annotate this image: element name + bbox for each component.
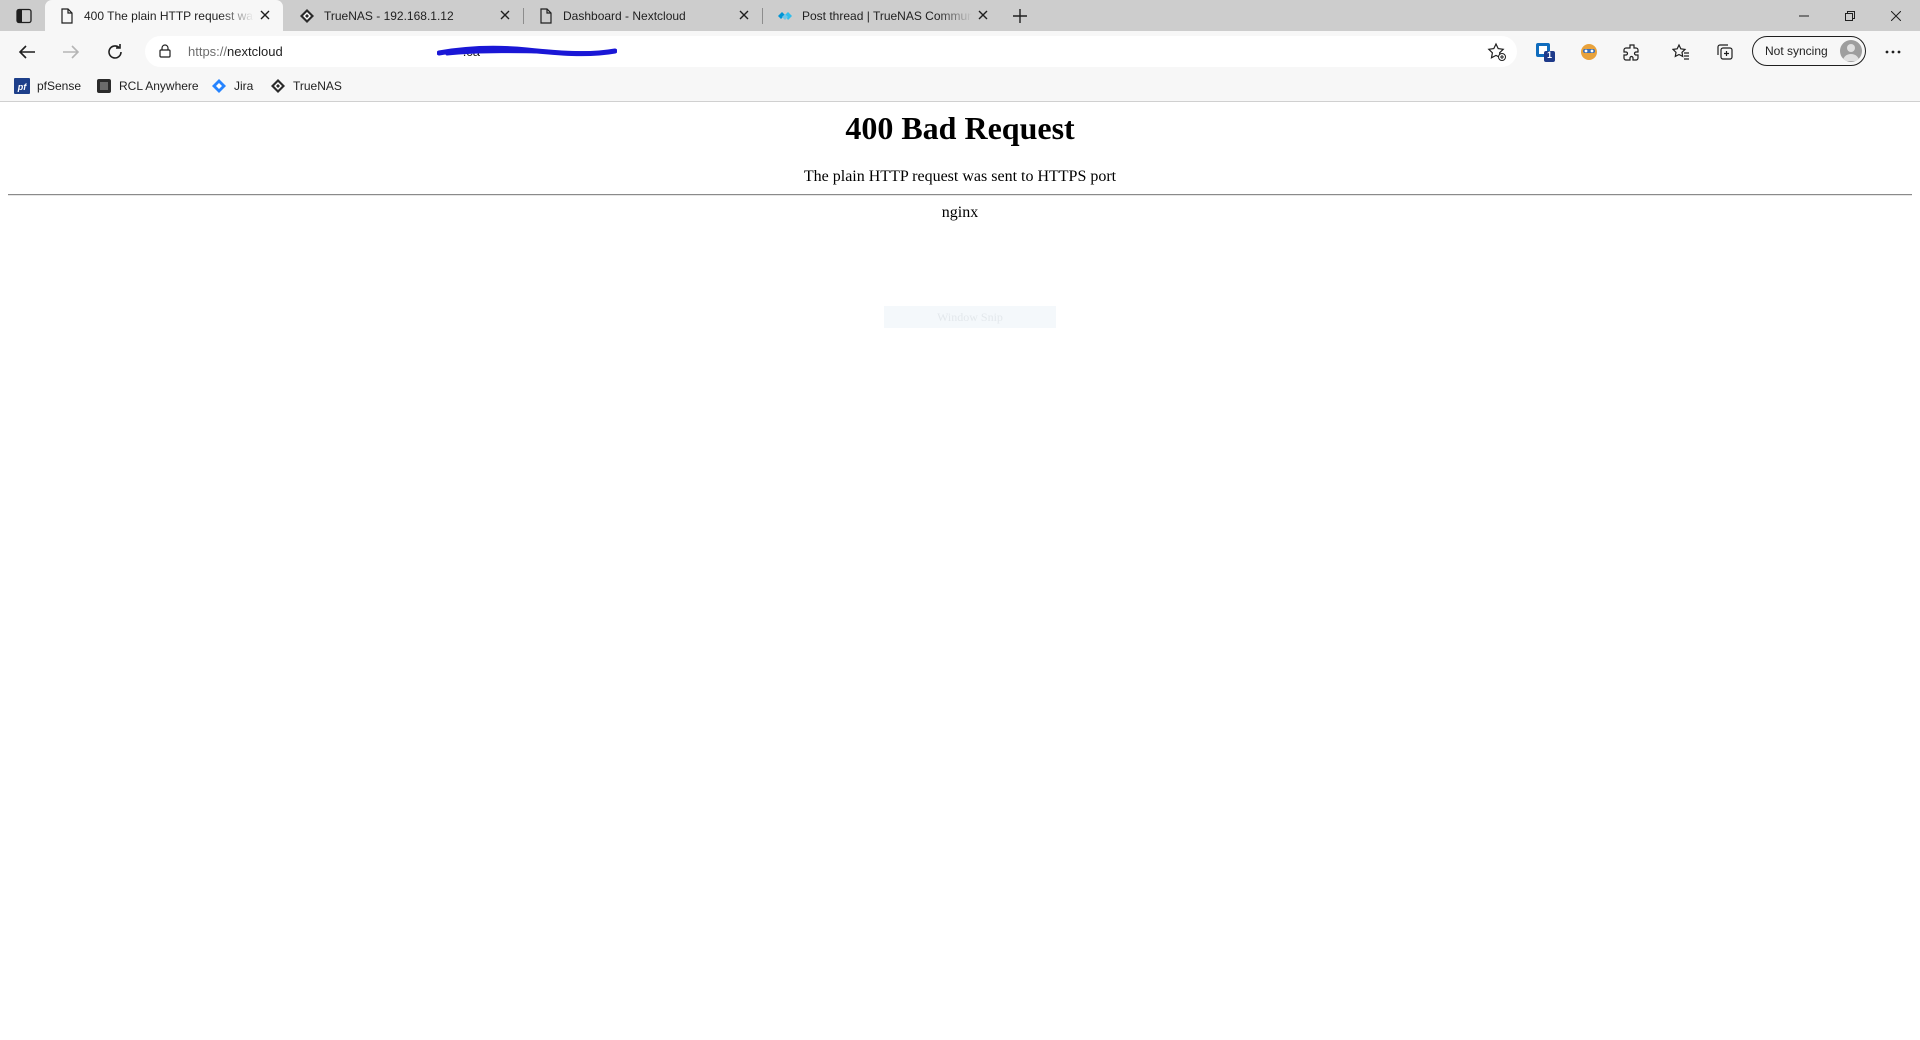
forward-icon[interactable] xyxy=(57,38,85,66)
jira-icon xyxy=(211,78,227,94)
bookmarks-bar: pf pfSense RCL Anywhere Jira TrueNAS xyxy=(0,72,1920,102)
horizontal-rule xyxy=(8,194,1912,196)
tab-title: Post thread | TrueNAS Community xyxy=(802,8,972,23)
truenas-community-icon xyxy=(777,8,793,24)
extension-icon[interactable]: 1 xyxy=(1532,39,1558,65)
tab-actions-icon[interactable] xyxy=(14,7,34,25)
tab-nextcloud-dashboard[interactable]: Dashboard - Nextcloud xyxy=(524,0,763,31)
page-icon xyxy=(538,7,554,24)
tab-close-icon[interactable] xyxy=(737,8,751,22)
collections-icon[interactable] xyxy=(1712,39,1738,65)
tab-truenas[interactable]: TrueNAS - 192.168.1.12 xyxy=(285,0,524,31)
redaction-scribble xyxy=(437,45,617,57)
more-menu-icon[interactable] xyxy=(1880,39,1906,65)
tab-strip: 400 The plain HTTP request was sent to H… xyxy=(0,0,1920,31)
extension-badge: 1 xyxy=(1547,50,1553,60)
bookmark-label: Jira xyxy=(234,79,254,93)
bookmark-label: TrueNAS xyxy=(293,79,342,93)
refresh-icon[interactable] xyxy=(101,38,129,66)
lock-icon[interactable] xyxy=(159,44,171,63)
extensions-icon[interactable] xyxy=(1619,39,1645,65)
profile-sync-status: Not syncing xyxy=(1765,44,1828,58)
address-bar[interactable]: https://nextcloud .ca xyxy=(145,36,1517,67)
url-scheme: https:// xyxy=(188,44,228,59)
back-icon[interactable] xyxy=(13,38,41,66)
bookmark-truenas[interactable]: TrueNAS xyxy=(270,77,342,95)
pfsense-icon: pf xyxy=(14,78,30,94)
url-host-start: nextcloud xyxy=(227,44,283,59)
page-icon xyxy=(59,7,75,24)
profile-button[interactable]: Not syncing xyxy=(1752,36,1866,66)
tab-close-icon[interactable] xyxy=(258,8,272,22)
browser-toolbar: https://nextcloud .ca 1 Not syncing xyxy=(0,31,1920,72)
page-content: 400 Bad Request The plain HTTP request w… xyxy=(0,102,1920,1040)
tab-close-icon[interactable] xyxy=(976,8,990,22)
window-snip-overlay: Window Snip xyxy=(884,306,1056,328)
tab-title: 400 The plain HTTP request was sent to H… xyxy=(84,8,254,23)
tab-title: Dashboard - Nextcloud xyxy=(563,8,686,23)
favorites-icon[interactable] xyxy=(1668,39,1694,65)
tab-400-bad-request[interactable]: 400 The plain HTTP request was sent to H… xyxy=(45,0,283,31)
page-title: 400 Bad Request xyxy=(845,110,1075,146)
rcl-icon xyxy=(96,78,112,94)
add-favorite-icon[interactable] xyxy=(1487,42,1507,62)
extension-avatar-icon[interactable] xyxy=(1576,39,1602,65)
bookmark-label: RCL Anywhere xyxy=(119,79,199,93)
close-window-icon[interactable] xyxy=(1873,0,1919,31)
bookmark-rcl-anywhere[interactable]: RCL Anywhere xyxy=(96,77,199,95)
minimize-icon[interactable] xyxy=(1781,0,1827,31)
new-tab-icon[interactable] xyxy=(1010,6,1030,26)
error-message: The plain HTTP request was sent to HTTPS… xyxy=(803,168,1117,185)
server-signature: nginx xyxy=(941,204,979,221)
restore-icon[interactable] xyxy=(1827,0,1873,31)
truenas-icon xyxy=(270,78,286,94)
avatar xyxy=(1840,40,1862,62)
svg-text:pf: pf xyxy=(17,82,27,92)
tab-close-icon[interactable] xyxy=(498,8,512,22)
bookmark-label: pfSense xyxy=(37,79,82,93)
tab-title: TrueNAS - 192.168.1.12 xyxy=(324,8,454,23)
bookmark-jira[interactable]: Jira xyxy=(211,77,253,95)
tab-truenas-community[interactable]: Post thread | TrueNAS Community xyxy=(763,0,1001,31)
bookmark-pfsense[interactable]: pf pfSense xyxy=(14,77,81,95)
truenas-icon xyxy=(299,8,315,24)
